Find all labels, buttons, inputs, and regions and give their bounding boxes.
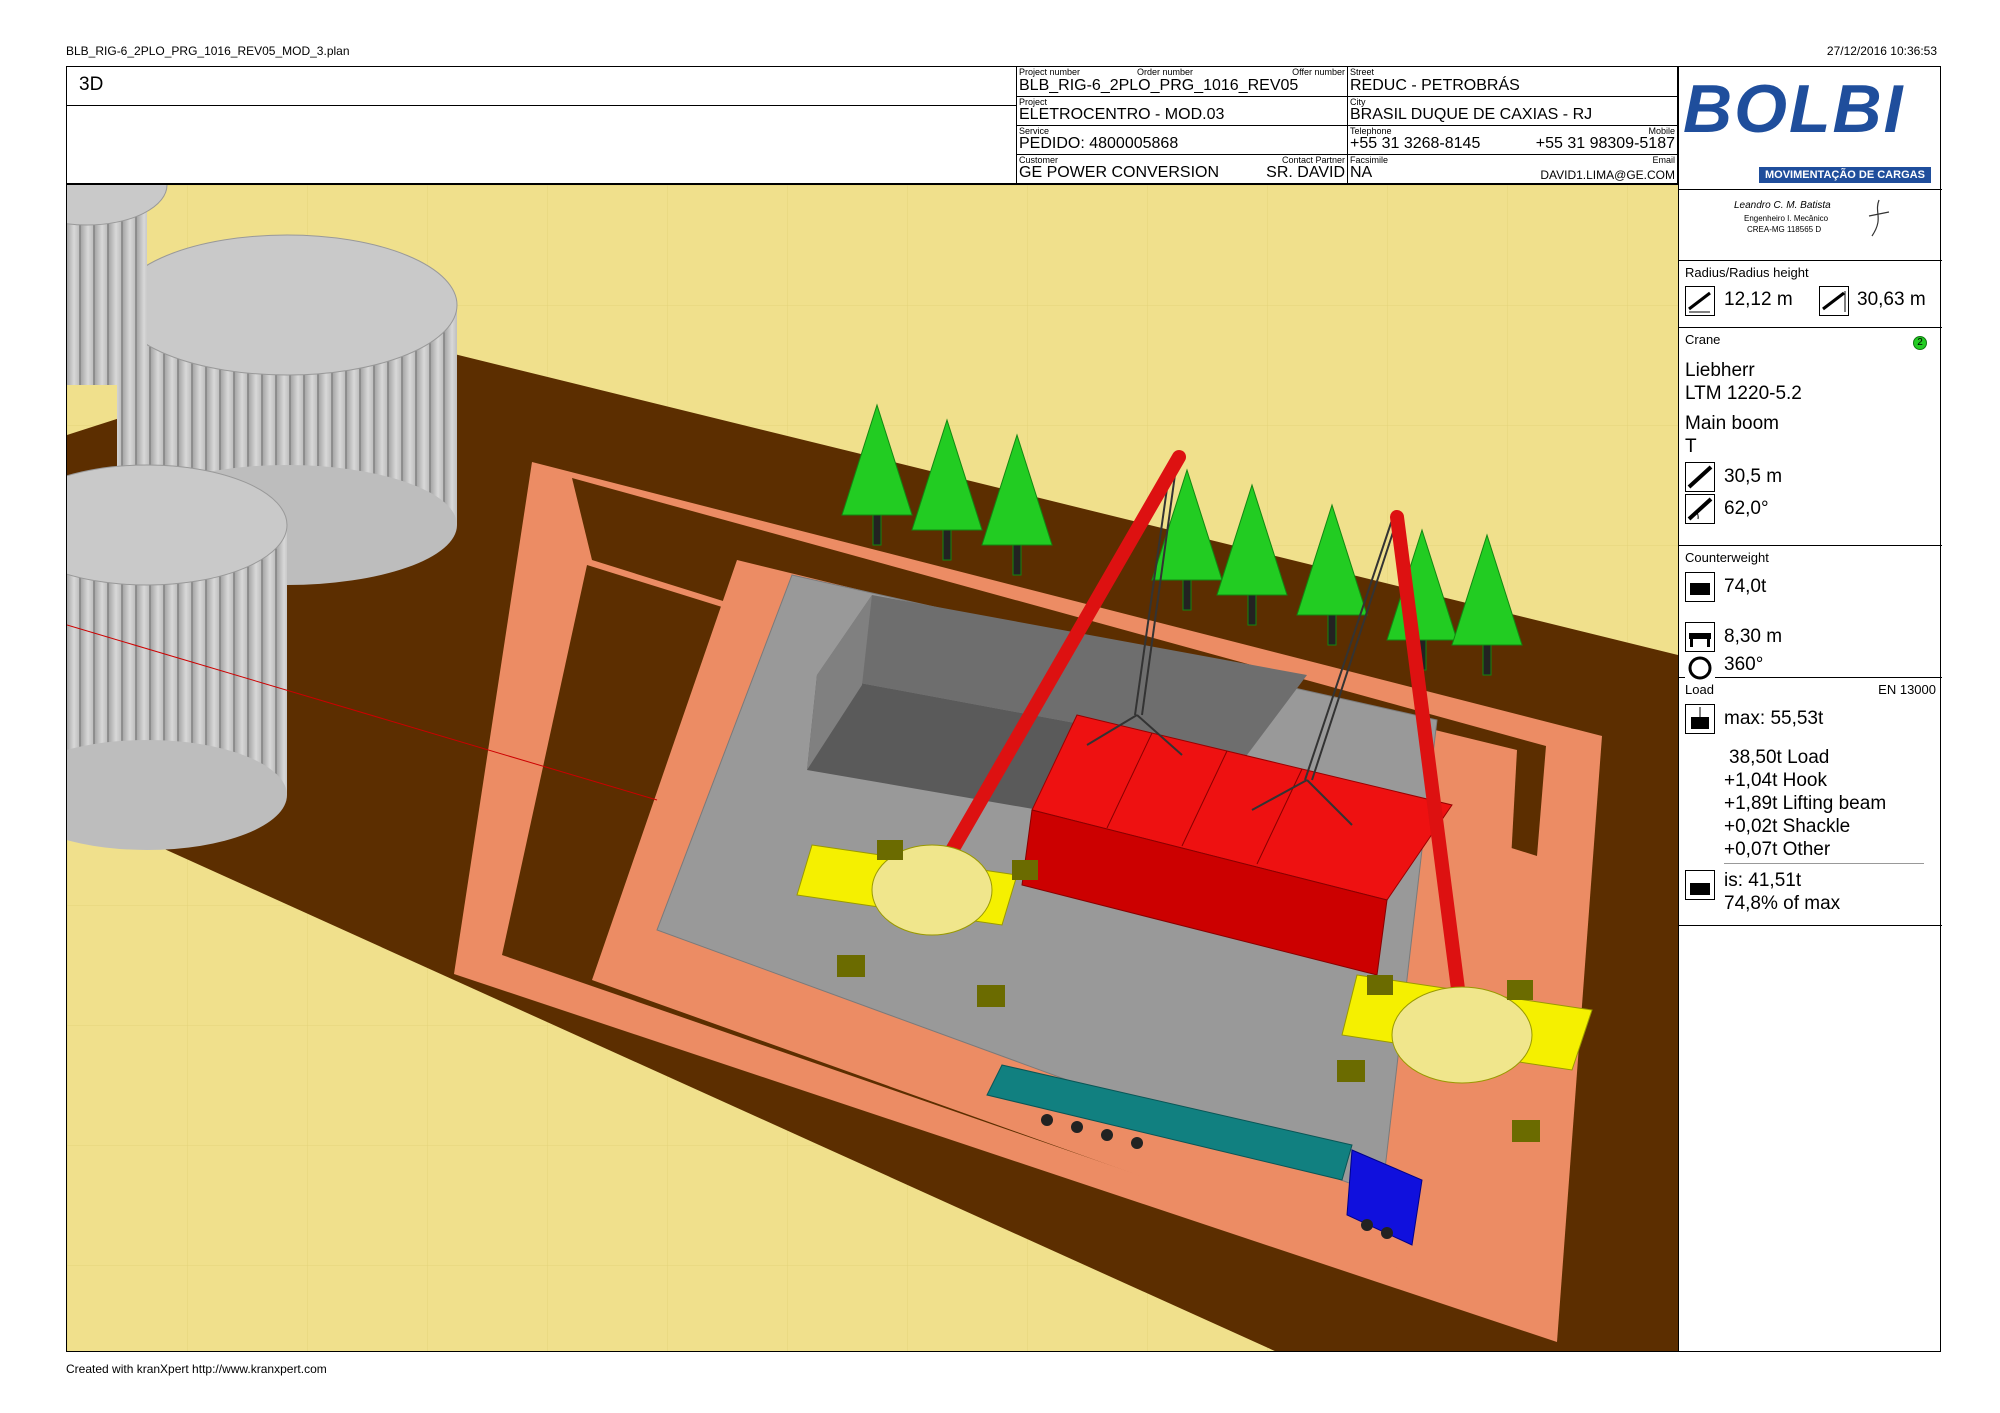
mobile-value: +55 31 98309-5187 — [1535, 135, 1675, 152]
radius-height-icon — [1819, 286, 1849, 316]
street-value: REDUC - PETROBRÁS — [1350, 77, 1520, 94]
scene-svg — [67, 185, 1678, 1351]
service-cell: Service PEDIDO: 4800005868 — [1017, 126, 1348, 155]
city-value: BRASIL DUQUE DE CAXIAS - RJ — [1350, 106, 1593, 123]
radius-section: Radius/Radius height 12,12 m 30,63 m — [1679, 261, 1942, 328]
info-panel: BOLBI MOVIMENTAÇÃO DE CARGAS Leandro C. … — [1678, 67, 1942, 1351]
slewing-value: 360° — [1724, 654, 1764, 675]
load-section: Load EN 13000 max: 55,53t 38,50t Load +1… — [1679, 678, 1942, 926]
crane-title: Crane — [1685, 332, 1721, 347]
radius-value: 12,12 m — [1724, 289, 1793, 310]
crane-manufacturer: Liebherr — [1685, 360, 1755, 381]
boom-length-icon — [1685, 462, 1715, 492]
signature-mark-icon — [1868, 199, 1890, 237]
utilization-value: 74,8% of max — [1724, 893, 1841, 914]
bolbi-logo-subtitle: MOVIMENTAÇÃO DE CARGAS — [1759, 167, 1931, 183]
plan-sheet: 3D Project number Order number Offer num… — [66, 66, 1942, 1352]
counterweight-title: Counterweight — [1685, 550, 1769, 565]
counterweight-icon — [1685, 572, 1715, 602]
crane-boom: Main boom — [1685, 413, 1779, 434]
scene-3d-view[interactable] — [67, 184, 1678, 1351]
telephone-value: +55 31 3268-8145 — [1350, 135, 1481, 152]
view-blank-cell — [67, 106, 1017, 184]
load-item-other: +0,07t Other — [1724, 839, 1831, 860]
load-item-hook: +1,04t Hook — [1724, 770, 1827, 791]
footer-credit: Created with kranXpert http://www.kranxp… — [66, 1362, 327, 1376]
customer-cell: Customer Contact Partner GE POWER CONVER… — [1017, 155, 1348, 184]
crane-count-badge: 2 — [1913, 336, 1927, 350]
load-title: Load — [1685, 682, 1714, 697]
boom-angle-icon — [1685, 494, 1715, 524]
email-label: Email — [1652, 155, 1675, 165]
load-item-shackle: +0,02t Shackle — [1724, 816, 1851, 837]
signature-section: Leandro C. M. Batista Engenheiro I. Mecâ… — [1679, 190, 1942, 261]
actual-load-value: is: 41,51t — [1724, 870, 1802, 891]
load-item-lifting-beam: +1,89t Lifting beam — [1724, 793, 1887, 814]
logo-section: BOLBI MOVIMENTAÇÃO DE CARGAS — [1679, 67, 1942, 190]
customer-value: GE POWER CONVERSION — [1019, 164, 1220, 181]
street-label: Street — [1350, 67, 1375, 77]
counterweight-section: Counterweight 74,0t 8,30 m 360° — [1679, 546, 1942, 683]
crane-section: Crane 2 Liebherr LTM 1220-5.2 Main boom … — [1679, 328, 1942, 546]
load-item-load: 38,50t Load — [1729, 747, 1830, 768]
print-datetime: 27/12/2016 10:36:53 — [1826, 44, 1937, 58]
crane-model: LTM 1220-5.2 — [1685, 383, 1802, 404]
bolbi-logo: BOLBI — [1683, 71, 1905, 147]
facsimile-value: NA — [1350, 164, 1373, 181]
street-cell: Street REDUC - PETROBRÁS — [1348, 67, 1678, 97]
radius-title: Radius/Radius height — [1685, 265, 1809, 280]
project-number-label: Project number — [1019, 67, 1081, 77]
project-number-cell: Project number Order number Offer number… — [1017, 67, 1348, 97]
radius-height-value: 30,63 m — [1857, 289, 1926, 310]
outrigger-value: 8,30 m — [1724, 626, 1783, 647]
signature-role: Engenheiro I. Mecânico — [1744, 214, 1829, 223]
service-value: PEDIDO: 4800005868 — [1019, 135, 1179, 152]
project-cell: Project ELETROCENTRO - MOD.03 — [1017, 97, 1348, 126]
email-value: DAVID1.LIMA@GE.COM — [1540, 168, 1675, 182]
telephone-cell: Telephone Mobile +55 31 3268-8145 +55 31… — [1348, 126, 1678, 155]
view-title: 3D — [79, 74, 104, 95]
load-standard: EN 13000 — [1878, 682, 1936, 697]
project-number-value: BLB_RIG-6_2PLO_PRG_1016_REV05 — [1019, 77, 1299, 94]
contact-partner-value: SR. DAVID — [1266, 164, 1345, 181]
load-sum-divider — [1724, 863, 1924, 864]
signature-name: Leandro C. M. Batista — [1734, 200, 1831, 211]
order-number-label: Order number — [1137, 67, 1194, 77]
boom-length-value: 30,5 m — [1724, 466, 1783, 487]
crane-boom-type: T — [1685, 436, 1697, 457]
signature-crea: CREA-MG 118565 D — [1747, 225, 1822, 234]
boom-angle-value: 62,0° — [1724, 498, 1769, 519]
max-load-value: max: 55,53t — [1724, 708, 1824, 729]
max-load-icon — [1685, 704, 1715, 734]
outrigger-icon — [1685, 622, 1715, 652]
actual-load-icon — [1685, 870, 1715, 900]
counterweight-value: 74,0t — [1724, 576, 1767, 597]
project-value: ELETROCENTRO - MOD.03 — [1019, 106, 1225, 123]
facsimile-cell: Facsimile Email NA DAVID1.LIMA@GE.COM — [1348, 155, 1678, 184]
city-cell: City BRASIL DUQUE DE CAXIAS - RJ — [1348, 97, 1678, 126]
file-name: BLB_RIG-6_2PLO_PRG_1016_REV05_MOD_3.plan — [66, 44, 350, 58]
radius-icon — [1685, 286, 1715, 316]
offer-number-label: Offer number — [1292, 67, 1345, 77]
view-title-cell: 3D — [67, 67, 1017, 106]
